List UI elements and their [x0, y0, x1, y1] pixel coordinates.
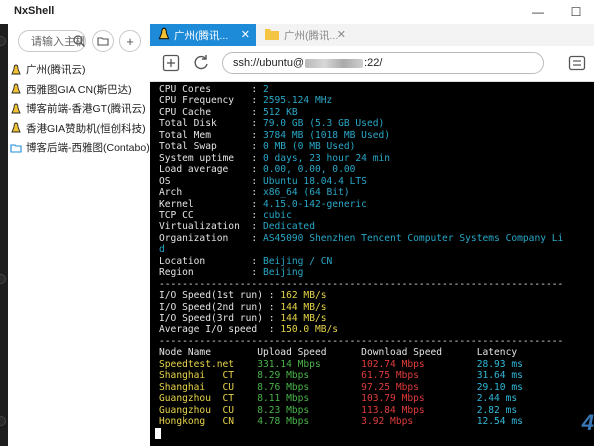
sysinfo-line: CPU Frequency : 2595.124 MHz: [159, 95, 333, 107]
add-host-button[interactable]: +: [119, 30, 141, 52]
linux-icon: [10, 83, 22, 95]
tab-session-2[interactable]: 广州(腾讯... ✕: [256, 24, 352, 46]
menu-button[interactable]: [566, 52, 588, 74]
host-label: 博客前端-香港GT(腾讯云): [26, 103, 146, 116]
speed-row: Guangzhou CU 8.23 Mbps 113.84 Mbps 2.82 …: [159, 404, 518, 416]
maximize-button[interactable]: ☐: [566, 3, 586, 21]
strip-handle[interactable]: [0, 416, 6, 426]
close-icon[interactable]: ✕: [337, 28, 346, 41]
host-item[interactable]: 博客前端-香港GT(腾讯云): [10, 99, 150, 119]
location-line: Region : Beijing: [159, 267, 304, 279]
toolbar: ssh://ubuntu@ :22/: [150, 46, 594, 82]
speed-row: Hongkong CN 4.78 Mbps 3.92 Mbps 12.54 ms: [159, 416, 523, 428]
host-list: 广州(腾讯云) 西雅图GIA CN(斯巴达) 博客前端-香港GT(腾讯云) 香港…: [10, 60, 150, 158]
strip-handle[interactable]: [0, 274, 6, 284]
speed-row: Guangzhou CT 8.11 Mbps 103.79 Mbps 2.44 …: [159, 393, 518, 405]
search-icon[interactable]: [72, 34, 86, 48]
host-label: 香港GIA赞助机(恒创科技): [26, 122, 146, 135]
folder-icon: [10, 142, 22, 154]
minimize-button[interactable]: —: [528, 3, 548, 21]
terminal-cursor: [155, 427, 161, 439]
strip-handle[interactable]: [0, 36, 6, 46]
host-item[interactable]: 香港GIA赞助机(恒创科技): [10, 119, 150, 139]
host-item[interactable]: 博客后端-西雅图(Contabo): [10, 138, 150, 158]
speed-row: Shanghai CU 8.76 Mbps 97.25 Mbps 29.10 m…: [159, 381, 523, 393]
speed-header: Node Name Upload Speed Download Speed La…: [159, 347, 518, 359]
add-square-icon: [162, 54, 180, 72]
address-bar[interactable]: ssh://ubuntu@ :22/: [222, 52, 544, 74]
speed-row: Speedtest.net 331.14 Mbps 102.74 Mbps 28…: [159, 358, 523, 370]
linux-icon: [10, 64, 22, 76]
host-item[interactable]: 西雅图GIA CN(斯巴达): [10, 80, 150, 100]
sysinfo-line: Total Mem : 3784 MB (1018 MB Used): [159, 129, 391, 141]
speed-row: Shanghai CT 8.29 Mbps 61.75 Mbps 31.64 m…: [159, 370, 523, 382]
left-strip: [0, 24, 8, 446]
io-line: I/O Speed(1st run) : 162 MB/s: [159, 290, 327, 302]
tab-label: 广州(腾讯...: [174, 29, 229, 42]
tab-label: 广州(腾讯...: [284, 29, 339, 42]
wrap-line: d: [159, 244, 165, 256]
refresh-icon: [194, 55, 208, 70]
linux-icon: [158, 27, 170, 44]
host-label: 西雅图GIA CN(斯巴达): [26, 83, 132, 96]
redacted-host: [305, 58, 364, 68]
sysinfo-line: Kernel : 4.15.0-142-generic: [159, 198, 367, 210]
separator-line: ----------------------------------------…: [159, 335, 564, 347]
linux-icon: [10, 122, 22, 134]
sysinfo-line: OS : Ubuntu 18.04.4 LTS: [159, 175, 367, 187]
close-icon[interactable]: ✕: [241, 28, 250, 41]
open-folder-button[interactable]: [92, 30, 114, 52]
sysinfo-line: Total Disk : 79.0 GB (5.3 GB Used): [159, 118, 385, 130]
reconnect-button[interactable]: [190, 52, 212, 74]
menu-icon: [568, 55, 586, 71]
tab-bar: 广州(腾讯... ✕ 广州(腾讯... ✕: [150, 24, 594, 46]
io-line: Average I/O speed : 150.0 MB/s: [159, 324, 339, 336]
linux-icon: [10, 103, 22, 115]
separator-line: ----------------------------------------…: [159, 278, 564, 290]
sysinfo-line: TCP CC : cubic: [159, 209, 292, 221]
host-label: 广州(腾讯云): [26, 64, 86, 77]
sysinfo-line: System uptime : 0 days, 23 hour 24 min: [159, 152, 391, 164]
host-item[interactable]: 广州(腾讯云): [10, 60, 150, 80]
address-suffix: :22/: [364, 57, 383, 69]
sysinfo-line: Load average : 0.00, 0.00, 0.00: [159, 164, 356, 176]
new-tab-button[interactable]: [160, 52, 182, 74]
app-title: NxShell: [14, 5, 55, 17]
sysinfo-line: Virtualization : Dedicated: [159, 221, 315, 233]
sysinfo-line: Organization : AS45090 Shenzhen Tencent …: [159, 232, 564, 244]
folder-icon: [264, 27, 280, 44]
sysinfo-line: CPU Cores : 2: [159, 84, 269, 95]
terminal[interactable]: 4 CPU Cores : 2 CPU Frequency : 2595.124 …: [150, 82, 594, 446]
io-line: I/O Speed(2nd run) : 144 MB/s: [159, 301, 327, 313]
watermark: 4: [581, 409, 594, 435]
sysinfo-line: Total Swap : 0 MB (0 MB Used): [159, 141, 356, 153]
host-label: 博客后端-西雅图(Contabo): [26, 142, 150, 155]
location-line: Location : Beijing / CN: [159, 255, 333, 267]
sysinfo-line: Arch : x86_64 (64 Bit): [159, 187, 350, 199]
sysinfo-line: CPU Cache : 512 KB: [159, 106, 298, 118]
tab-session-1[interactable]: 广州(腾讯... ✕: [150, 24, 256, 46]
title-bar: NxShell — ☐: [0, 0, 594, 24]
io-line: I/O Speed(3rd run) : 144 MB/s: [159, 313, 327, 324]
folder-icon: [97, 37, 109, 46]
address-prefix: ssh://ubuntu@: [233, 57, 305, 69]
